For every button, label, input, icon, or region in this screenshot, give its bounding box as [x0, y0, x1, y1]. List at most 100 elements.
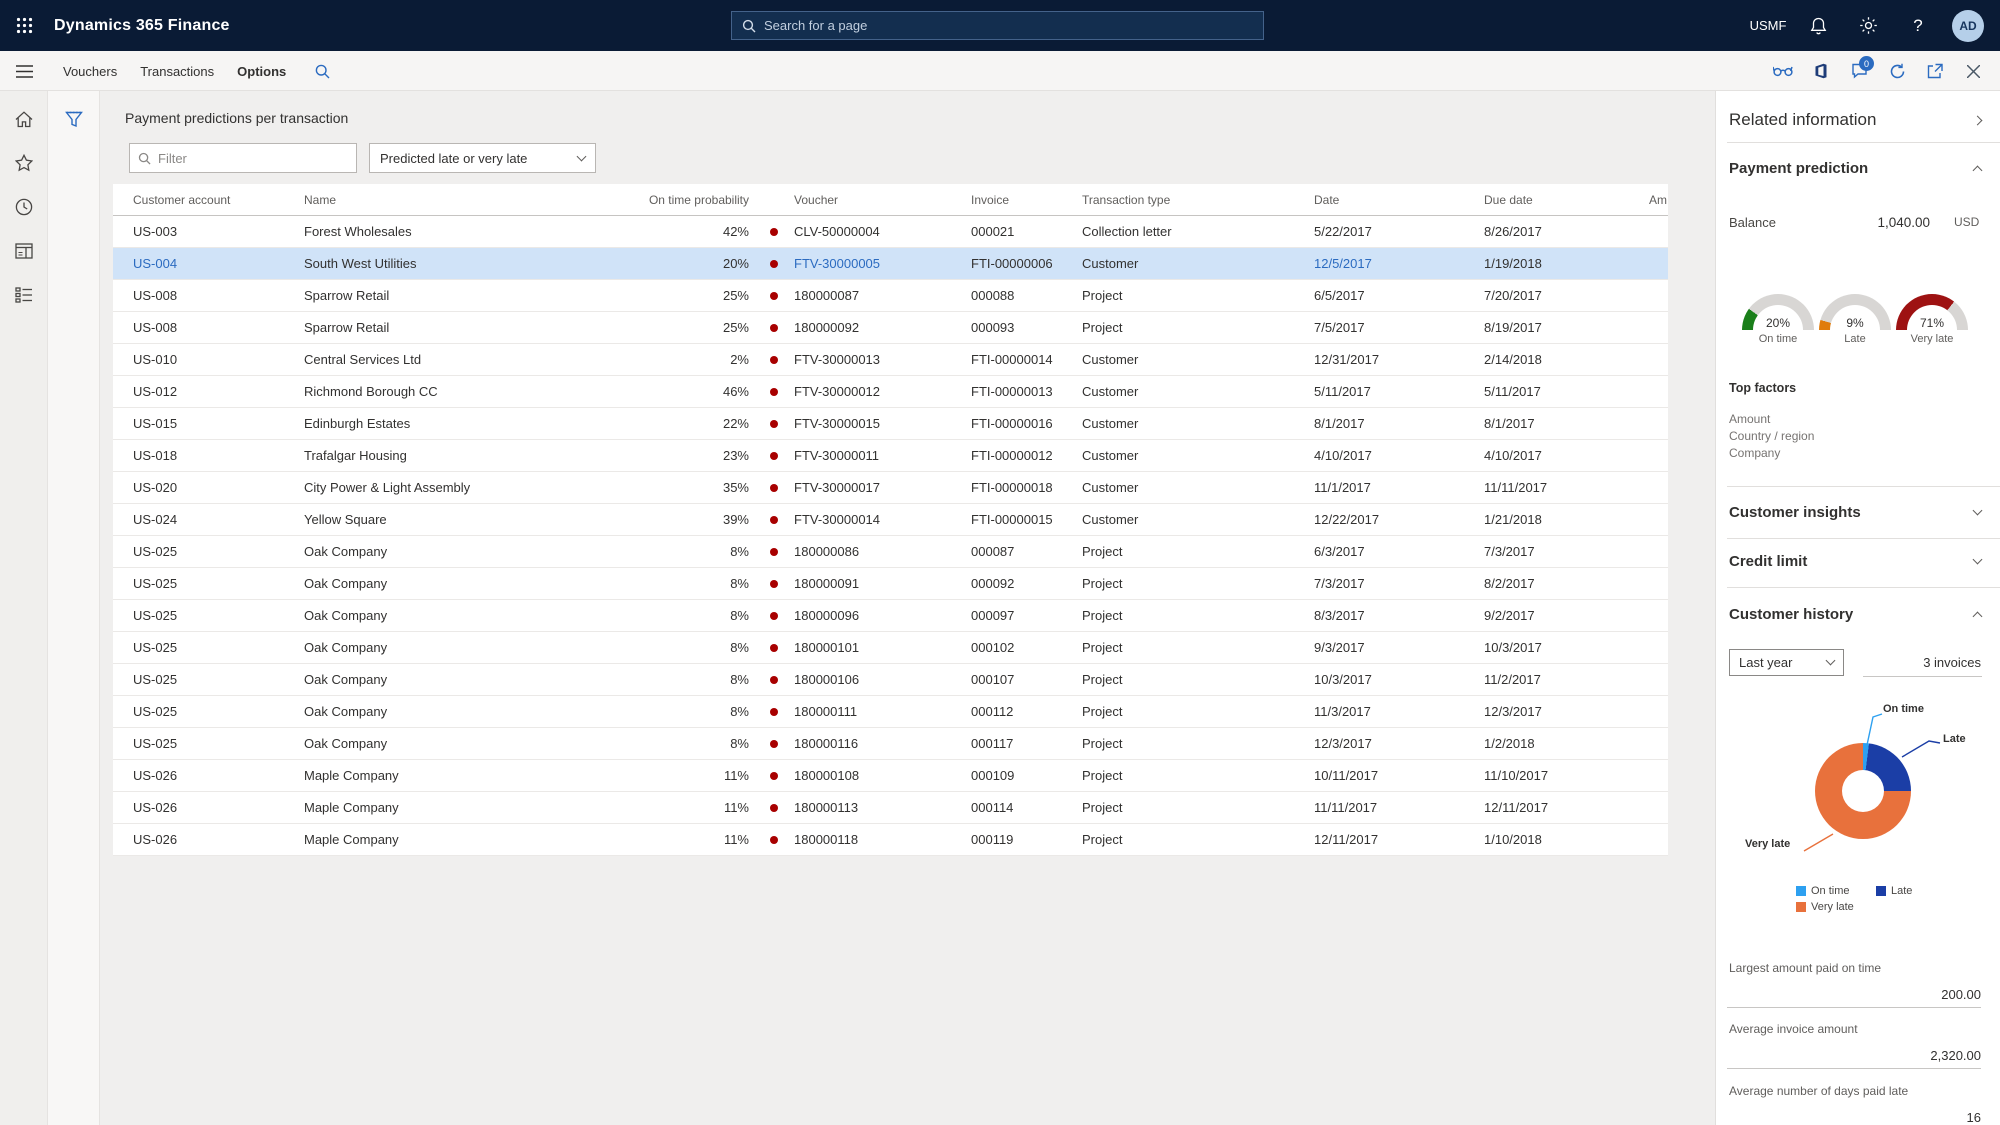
table-filter-input[interactable] — [158, 151, 348, 166]
cell-customer-account[interactable]: US-026 — [133, 768, 304, 783]
cell-voucher[interactable]: 180000116 — [794, 736, 971, 751]
col-transaction-type[interactable]: Transaction type — [1082, 193, 1314, 207]
table-row[interactable]: US-010 Central Services Ltd 2% FTV-30000… — [113, 344, 1668, 376]
page-search-input[interactable] — [764, 18, 1253, 33]
col-date[interactable]: Date — [1314, 193, 1484, 207]
cell-customer-account[interactable]: US-008 — [133, 288, 304, 303]
tab-vouchers[interactable]: Vouchers — [61, 64, 119, 79]
star-icon[interactable] — [0, 141, 48, 185]
customer-insights-header[interactable]: Customer insights — [1729, 495, 1981, 529]
cell-voucher[interactable]: 180000086 — [794, 544, 971, 559]
table-row[interactable]: US-026 Maple Company 11% 180000118 00011… — [113, 824, 1668, 856]
cell-customer-account[interactable]: US-010 — [133, 352, 304, 367]
cell-voucher[interactable]: FTV-30000015 — [794, 416, 971, 431]
cell-customer-account[interactable]: US-026 — [133, 800, 304, 815]
cell-voucher[interactable]: 180000091 — [794, 576, 971, 591]
cell-voucher[interactable]: 180000092 — [794, 320, 971, 335]
glasses-icon[interactable] — [1764, 51, 1802, 91]
col-customer-account[interactable]: Customer account — [133, 193, 304, 207]
filter-funnel-icon[interactable] — [48, 99, 100, 139]
table-row[interactable]: US-008 Sparrow Retail 25% 180000087 0000… — [113, 280, 1668, 312]
table-row[interactable]: US-003 Forest Wholesales 42% CLV-5000000… — [113, 216, 1668, 248]
history-period-dropdown[interactable]: Last year — [1729, 649, 1844, 676]
table-row[interactable]: US-024 Yellow Square 39% FTV-30000014 FT… — [113, 504, 1668, 536]
clock-icon[interactable] — [0, 185, 48, 229]
waffle-icon[interactable] — [6, 0, 42, 51]
cell-voucher[interactable]: FTV-30000017 — [794, 480, 971, 495]
home-icon[interactable] — [0, 97, 48, 141]
cell-voucher[interactable]: 180000096 — [794, 608, 971, 623]
cell-customer-account[interactable]: US-015 — [133, 416, 304, 431]
tab-options[interactable]: Options — [235, 64, 288, 79]
cell-voucher[interactable]: FTV-30000005 — [794, 256, 971, 271]
cell-voucher[interactable]: 180000113 — [794, 800, 971, 815]
cell-voucher[interactable]: 180000087 — [794, 288, 971, 303]
cell-customer-account[interactable]: US-025 — [133, 704, 304, 719]
cell-customer-account[interactable]: US-025 — [133, 544, 304, 559]
cell-customer-account[interactable]: US-020 — [133, 480, 304, 495]
cell-voucher[interactable]: 180000101 — [794, 640, 971, 655]
cell-customer-account[interactable]: US-008 — [133, 320, 304, 335]
page-search-box[interactable] — [731, 11, 1264, 40]
office-icon[interactable] — [1802, 51, 1840, 91]
related-information-header[interactable]: Related information — [1729, 103, 1981, 137]
cell-customer-account[interactable]: US-026 — [133, 832, 304, 847]
cell-customer-account[interactable]: US-018 — [133, 448, 304, 463]
tab-transactions[interactable]: Transactions — [138, 64, 216, 79]
table-row[interactable]: US-025 Oak Company 8% 180000116 000117 P… — [113, 728, 1668, 760]
popout-icon[interactable] — [1916, 51, 1954, 91]
table-row[interactable]: US-025 Oak Company 8% 180000101 000102 P… — [113, 632, 1668, 664]
table-row[interactable]: US-008 Sparrow Retail 25% 180000092 0000… — [113, 312, 1668, 344]
table-row[interactable]: US-025 Oak Company 8% 180000111 000112 P… — [113, 696, 1668, 728]
cell-customer-account[interactable]: US-025 — [133, 608, 304, 623]
cell-voucher[interactable]: 180000106 — [794, 672, 971, 687]
message-icon[interactable]: 0 — [1840, 51, 1878, 91]
table-row[interactable]: US-018 Trafalgar Housing 23% FTV-3000001… — [113, 440, 1668, 472]
cell-voucher[interactable]: FTV-30000011 — [794, 448, 971, 463]
hamburger-icon[interactable] — [12, 59, 36, 83]
list-icon[interactable] — [0, 273, 48, 317]
cell-customer-account[interactable]: US-004 — [133, 256, 304, 271]
app-title[interactable]: Dynamics 365 Finance — [54, 17, 230, 35]
cell-voucher[interactable]: FTV-30000014 — [794, 512, 971, 527]
credit-limit-header[interactable]: Credit limit — [1729, 544, 1981, 578]
col-name[interactable]: Name — [304, 193, 640, 207]
cell-voucher[interactable]: 180000118 — [794, 832, 971, 847]
cell-voucher[interactable]: CLV-50000004 — [794, 224, 971, 239]
col-voucher[interactable]: Voucher — [794, 193, 971, 207]
bell-icon[interactable] — [1793, 0, 1843, 51]
col-amount-clipped[interactable]: Am — [1649, 193, 1668, 207]
cell-customer-account[interactable]: US-003 — [133, 224, 304, 239]
col-on-time-probability[interactable]: On time probability — [640, 193, 753, 207]
col-due-date[interactable]: Due date — [1484, 193, 1649, 207]
gear-icon[interactable] — [1843, 0, 1893, 51]
cell-customer-account[interactable]: US-025 — [133, 736, 304, 751]
cell-customer-account[interactable]: US-025 — [133, 640, 304, 655]
table-row[interactable]: US-026 Maple Company 11% 180000108 00010… — [113, 760, 1668, 792]
table-row[interactable]: US-025 Oak Company 8% 180000091 000092 P… — [113, 568, 1668, 600]
table-row[interactable]: US-025 Oak Company 8% 180000106 000107 P… — [113, 664, 1668, 696]
workspace-icon[interactable] — [0, 229, 48, 273]
cell-voucher[interactable]: FTV-30000012 — [794, 384, 971, 399]
refresh-icon[interactable] — [1878, 51, 1916, 91]
cell-voucher[interactable]: 180000111 — [794, 704, 971, 719]
col-invoice[interactable]: Invoice — [971, 193, 1082, 207]
table-row[interactable]: US-025 Oak Company 8% 180000086 000087 P… — [113, 536, 1668, 568]
prediction-view-dropdown[interactable]: Predicted late or very late — [369, 143, 596, 173]
payment-prediction-header[interactable]: Payment prediction — [1729, 151, 1981, 185]
table-row[interactable]: US-026 Maple Company 11% 180000113 00011… — [113, 792, 1668, 824]
cell-voucher[interactable]: FTV-30000013 — [794, 352, 971, 367]
command-search-icon[interactable] — [307, 51, 337, 91]
cell-customer-account[interactable]: US-025 — [133, 576, 304, 591]
customer-history-header[interactable]: Customer history — [1729, 597, 1981, 631]
table-row[interactable]: US-004 South West Utilities 20% FTV-3000… — [113, 248, 1668, 280]
help-icon[interactable]: ? — [1893, 0, 1943, 51]
cell-customer-account[interactable]: US-012 — [133, 384, 304, 399]
close-icon[interactable] — [1954, 51, 1992, 91]
company-selector[interactable]: USMF — [1743, 0, 1793, 51]
table-row[interactable]: US-015 Edinburgh Estates 22% FTV-3000001… — [113, 408, 1668, 440]
cell-voucher[interactable]: 180000108 — [794, 768, 971, 783]
table-row[interactable]: US-020 City Power & Light Assembly 35% F… — [113, 472, 1668, 504]
table-row[interactable]: US-012 Richmond Borough CC 46% FTV-30000… — [113, 376, 1668, 408]
avatar[interactable]: AD — [1952, 10, 1984, 42]
